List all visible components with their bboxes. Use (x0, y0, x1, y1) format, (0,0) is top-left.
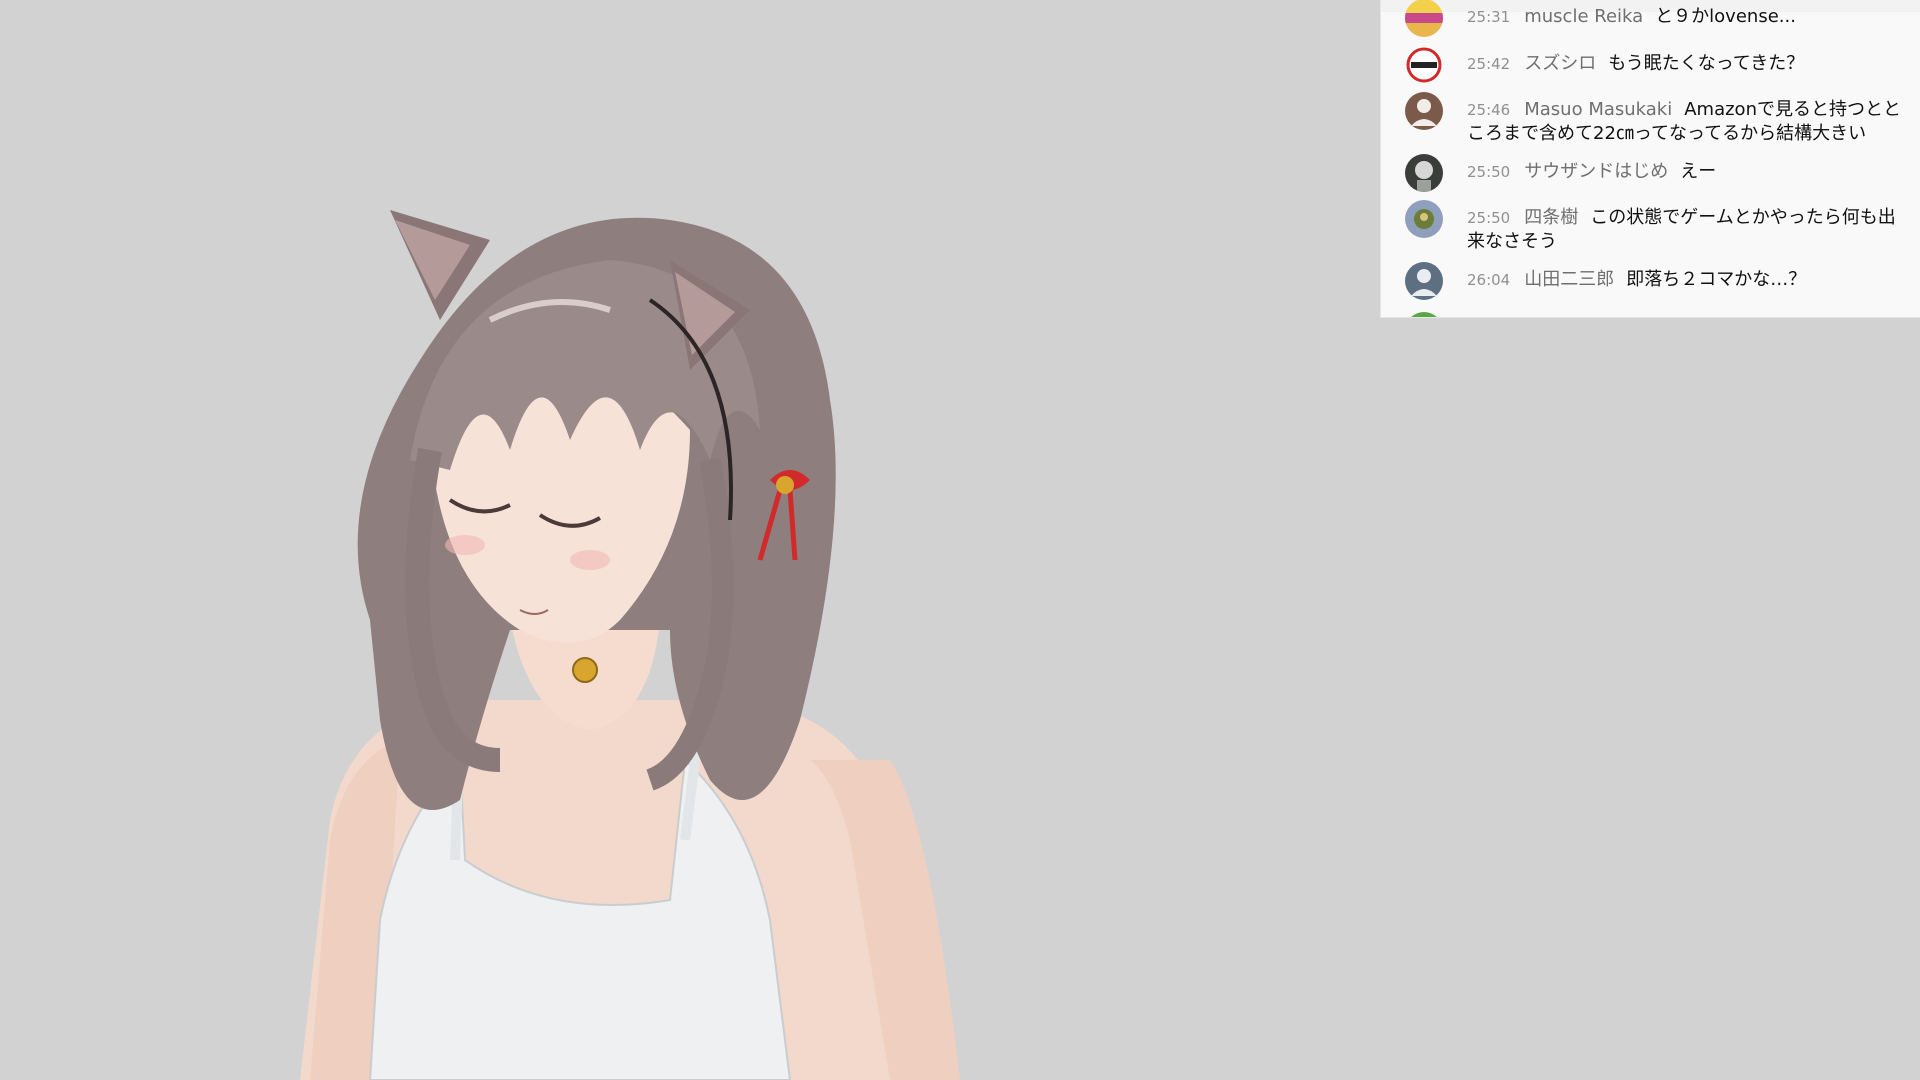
user-avatar-icon (1405, 0, 1443, 23)
avatar[interactable] (1405, 92, 1443, 130)
avatar[interactable] (1405, 46, 1443, 84)
chat-message[interactable]: 25:42 スズシロ もう眠たくなってきた？ (1405, 46, 1905, 84)
chat-message-partial[interactable] (1405, 312, 1905, 317)
avatar[interactable] (1405, 200, 1443, 238)
vtuber-avatar (300, 210, 960, 1080)
author-name[interactable]: サウザンドはじめ (1524, 161, 1668, 182)
user-avatar-icon (1411, 269, 1437, 296)
chat-message[interactable]: 25:50 四条樹 この状態でゲームとかやったら何も出来なさそう (1405, 200, 1905, 254)
chat-message[interactable]: 25:31 muscle Reika と９かlovense... (1405, 0, 1905, 37)
author-name[interactable]: 山田二三郎 (1524, 269, 1614, 290)
chat-message[interactable]: 26:04 山田二三郎 即落ち２コマかな…？ (1405, 262, 1905, 300)
chat-message[interactable]: 25:50 サウザンドはじめ えー (1405, 154, 1905, 192)
chat-message[interactable]: 25:46 Masuo Masukaki Amazonで見ると持つとところまで含めて… (1405, 92, 1905, 146)
message-text: えー (1680, 161, 1717, 182)
author-name[interactable]: Masuo Masukaki (1524, 99, 1672, 120)
avatar[interactable] (1405, 154, 1443, 192)
live-chat-panel[interactable]: 25:31 muscle Reika と９かlovense... 25:42 スズシロ… (1381, 0, 1920, 317)
author-name[interactable]: 四条樹 (1524, 207, 1578, 228)
timestamp: 26:04 (1467, 271, 1511, 289)
author-name[interactable]: muscle Reika (1524, 6, 1643, 27)
message-text: 即落ち２コマかな…？ (1626, 269, 1807, 290)
timestamp: 25:42 (1467, 55, 1511, 73)
timestamp: 25:46 (1467, 101, 1511, 119)
user-avatar-icon (1406, 47, 1442, 83)
stream-view: 25:31 muscle Reika と９かlovense... 25:42 スズシロ… (0, 0, 1920, 1080)
message-text: もう眠たくなってきた？ (1608, 53, 1805, 74)
timestamp: 25:31 (1467, 8, 1511, 26)
avatar[interactable] (1405, 312, 1443, 317)
timestamp: 25:50 (1467, 209, 1511, 227)
user-avatar-icon (1415, 161, 1433, 192)
timestamp: 25:50 (1467, 163, 1511, 181)
avatar[interactable] (1405, 262, 1443, 300)
avatar[interactable] (1405, 0, 1443, 37)
user-avatar-icon (1411, 99, 1437, 126)
author-name[interactable]: スズシロ (1524, 53, 1596, 74)
user-avatar-icon (1414, 209, 1434, 229)
message-text: と９かlovense... (1655, 6, 1796, 27)
